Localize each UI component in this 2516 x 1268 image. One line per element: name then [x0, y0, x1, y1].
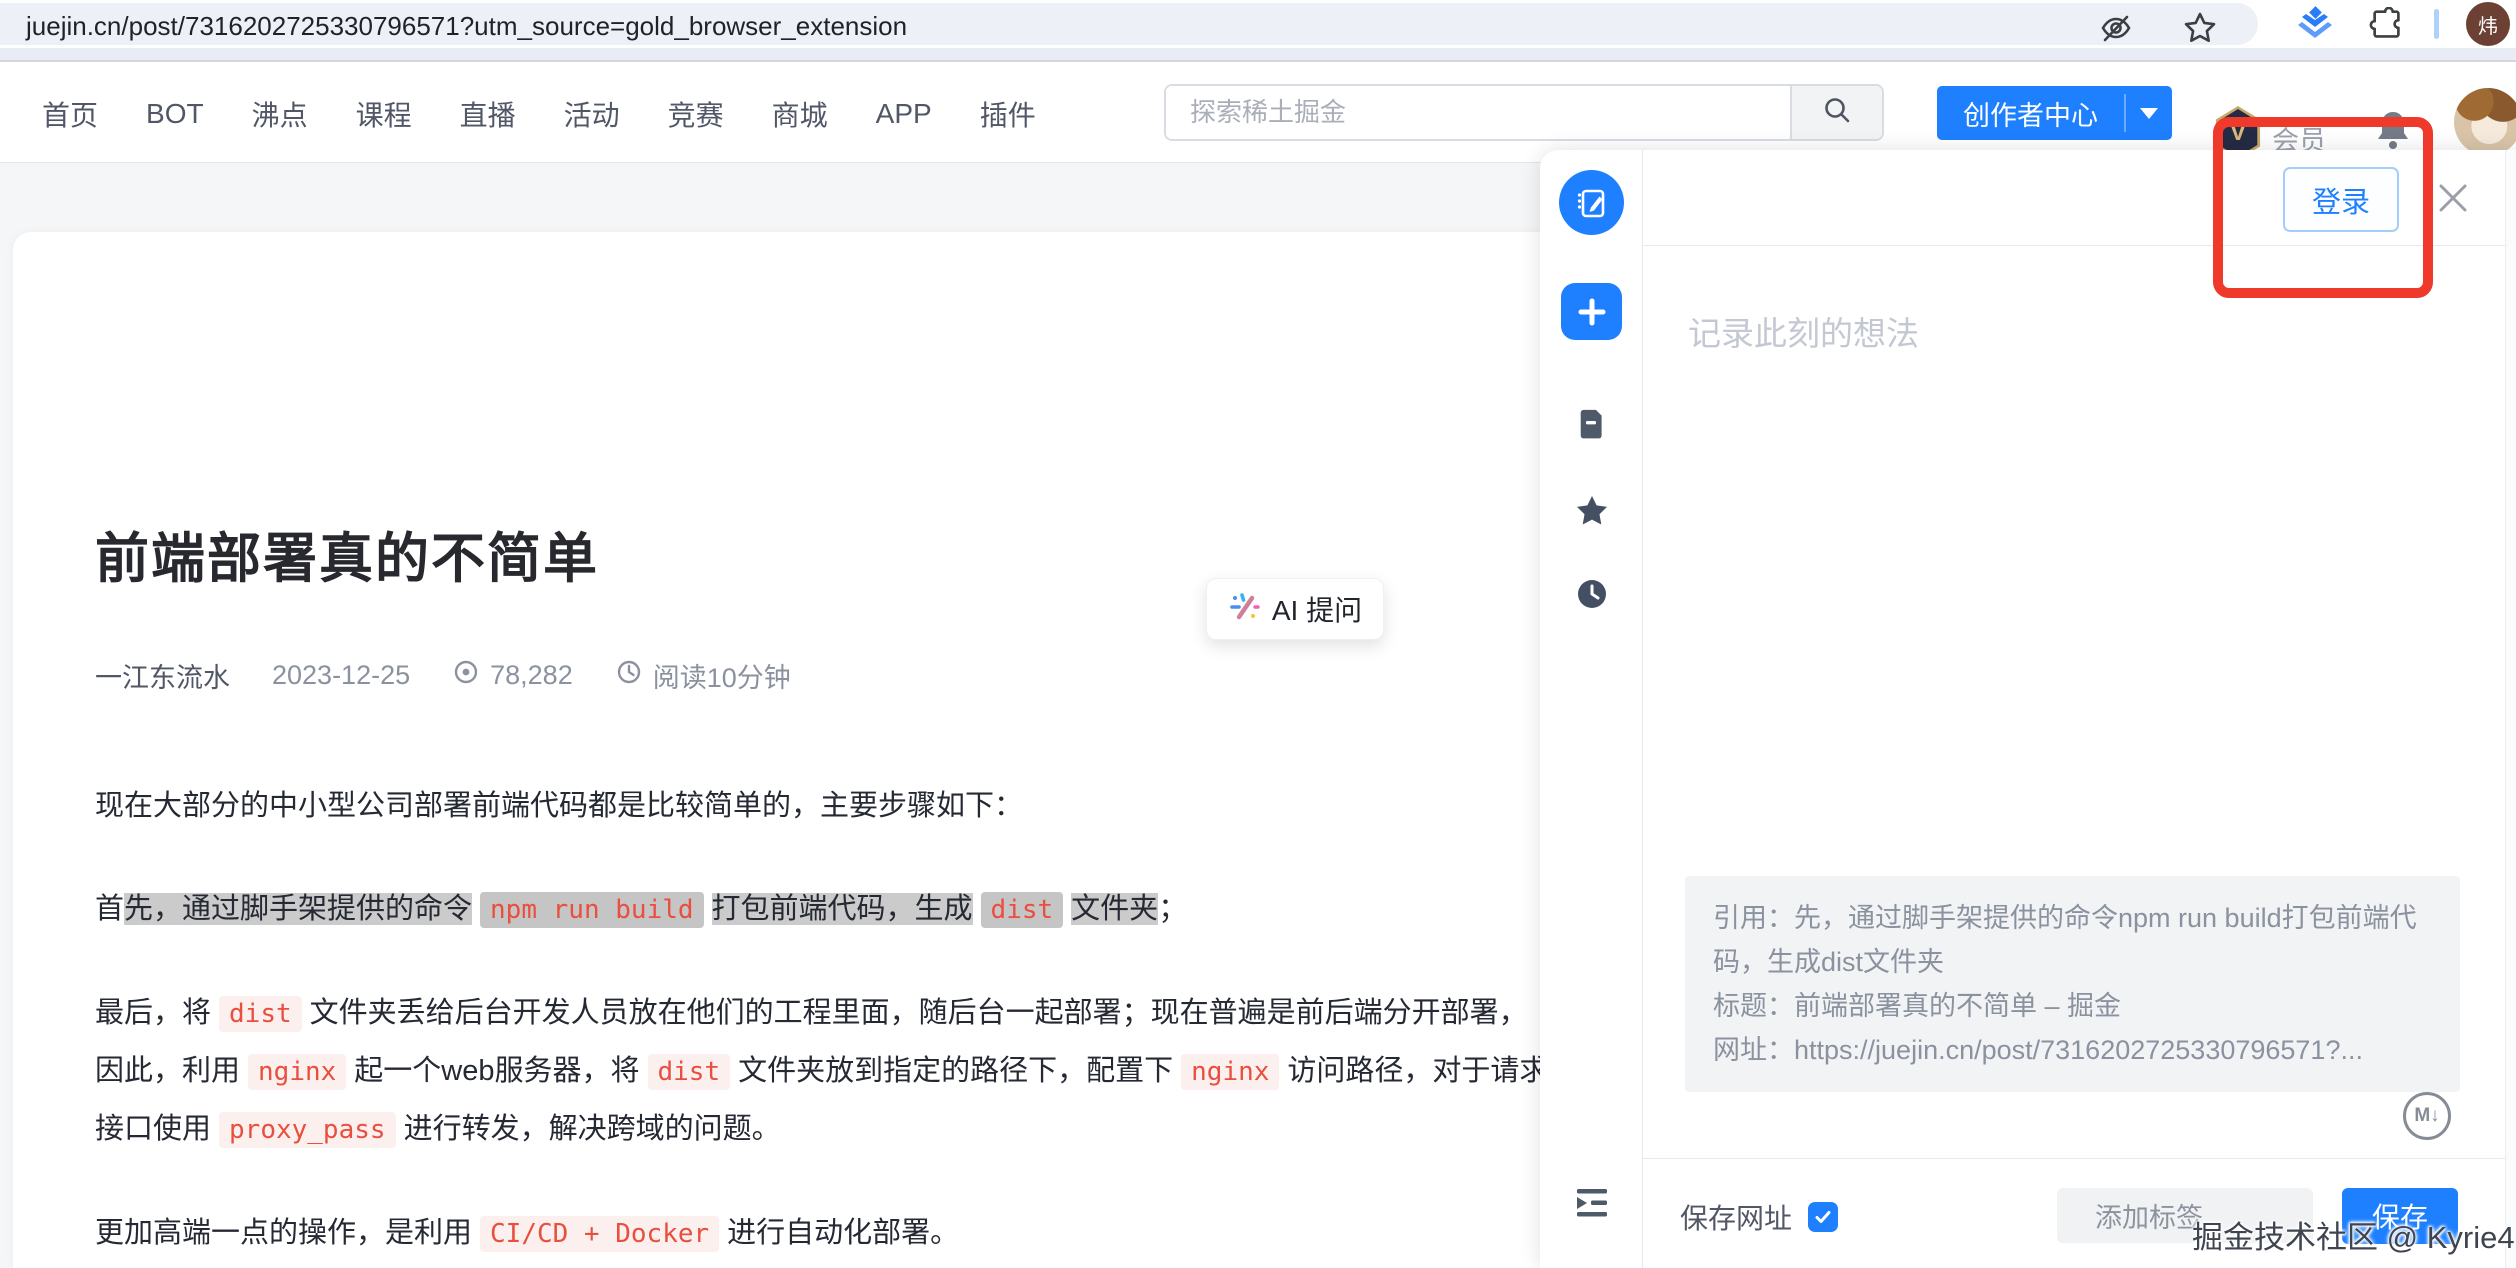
- nav-item-6[interactable]: 竞赛: [668, 94, 724, 134]
- nav-item-0[interactable]: 首页: [42, 94, 98, 134]
- browser-profile-avatar[interactable]: 炜: [2466, 2, 2510, 46]
- note-input-placeholder[interactable]: 记录此刻的想法: [1688, 307, 1919, 355]
- search-icon: [1821, 94, 1853, 131]
- chrome-bottom-strip: [0, 48, 2516, 62]
- article-date: 2023-12-25: [272, 660, 410, 691]
- quote-line-1: 标题：前端部署真的不简单 – 掘金: [1713, 984, 2432, 1028]
- nav-item-1[interactable]: BOT: [146, 98, 204, 130]
- nav-item-9[interactable]: 插件: [980, 94, 1036, 134]
- close-panel-icon[interactable]: [2431, 176, 2475, 220]
- text-run: 起一个web服务器，将: [354, 1055, 639, 1087]
- nav-item-8[interactable]: APP: [876, 98, 932, 130]
- article-paragraph-0: 现在大部分的中小型公司部署前端代码都是比较简单的，主要步骤如下：: [95, 778, 1553, 835]
- notes-list-icon[interactable]: [1540, 408, 1643, 442]
- extensions-puzzle-icon[interactable]: [2368, 7, 2404, 48]
- text-run: 进行转发，解决跨域的问题。: [404, 1113, 781, 1145]
- inline-code: nginx: [248, 1054, 346, 1090]
- article-meta: 一江东流水 2023-12-25 78,282 阅读10分钟: [95, 656, 791, 695]
- outline-indent-icon[interactable]: [1540, 1185, 1643, 1221]
- ai-ask-label: AI 提问: [1272, 589, 1362, 629]
- inline-code: nginx: [1181, 1054, 1279, 1090]
- inline-code: npm run build: [480, 892, 704, 928]
- quote-box: 引用：先，通过脚手架提供的命令npm run build打包前端代码，生成dis…: [1685, 876, 2460, 1092]
- toolbar-divider: [2434, 9, 2439, 39]
- hide-eye-icon[interactable]: [2098, 10, 2134, 51]
- nav-item-2[interactable]: 沸点: [252, 94, 308, 134]
- article-body: 现在大部分的中小型公司部署前端代码都是比较简单的，主要步骤如下： 首先，通过脚手架…: [95, 778, 1553, 1268]
- read-time: 阅读10分钟: [653, 656, 791, 695]
- quote-line-0: 引用：先，通过脚手架提供的命令npm run build打包前端代码，生成dis…: [1713, 896, 2432, 984]
- search-button[interactable]: [1790, 86, 1882, 139]
- juejin-extension-icon[interactable]: [2296, 6, 2334, 49]
- creator-dropdown-arrow[interactable]: [2126, 86, 2172, 140]
- views-icon: [452, 658, 480, 693]
- nav-item-4[interactable]: 直播: [460, 94, 516, 134]
- nav-item-3[interactable]: 课程: [356, 94, 412, 134]
- profile-initial: 炜: [2478, 10, 2498, 39]
- add-tag-placeholder: 添加标签: [2095, 1196, 2203, 1235]
- creator-center-label: 创作者中心: [1937, 86, 2124, 140]
- watermark-text: 掘金技术社区 @ Kyrie465: [2192, 1212, 2516, 1257]
- history-clock-icon[interactable]: [1540, 578, 1643, 610]
- text-run: 文件夹放到指定的路径下，配置下: [738, 1055, 1173, 1087]
- quote-line-2: 网址：https://juejin.cn/post/73162027253307…: [1713, 1028, 2432, 1072]
- save-url-label: 保存网址: [1680, 1197, 1792, 1237]
- creator-center-button[interactable]: 创作者中心: [1937, 86, 2172, 140]
- markdown-icon-label: M↓: [2414, 1105, 2439, 1127]
- panel-scrollbar[interactable]: [2505, 150, 2516, 1268]
- article-paragraph-3: 更加高端一点的操作，是利用CI/CD + Docker进行自动化部署。: [95, 1205, 1553, 1263]
- search-input[interactable]: [1166, 86, 1790, 139]
- article-paragraph-1: 首先，通过脚手架提供的命令npm run build打包前端代码，生成dist文…: [95, 881, 1553, 939]
- ai-ask-button[interactable]: AI 提问: [1206, 578, 1384, 640]
- url-text[interactable]: juejin.cn/post/7316202725330796571?utm_s…: [26, 11, 907, 42]
- panel-main: 登录 记录此刻的想法 引用：先，通过脚手架提供的命令npm run build打…: [1643, 150, 2516, 1268]
- add-note-button[interactable]: [1561, 283, 1622, 340]
- markdown-download-icon[interactable]: M↓: [2403, 1092, 2451, 1140]
- text-run: 打包前端代码，生成: [712, 893, 973, 925]
- read-time-group: 阅读10分钟: [615, 656, 791, 695]
- article-paragraph-2: 最后，将dist文件夹丢给后台开发人员放在他们的工程里面，随后台一起部署；现在普…: [95, 985, 1553, 1159]
- views-group: 78,282: [452, 658, 573, 693]
- nav-item-7[interactable]: 商城: [772, 94, 828, 134]
- text-run: 更加高端一点的操作，是利用: [95, 1217, 472, 1249]
- text-run: ；: [1158, 893, 1187, 925]
- inline-code: dist: [648, 1054, 731, 1090]
- inline-code: dist: [219, 996, 302, 1032]
- notes-app-logo-icon[interactable]: [1559, 170, 1624, 235]
- text-run: 最后，将: [95, 997, 211, 1029]
- browser-toolbar: juejin.cn/post/7316202725330796571?utm_s…: [0, 0, 2516, 48]
- save-url-group: 保存网址: [1680, 1197, 1838, 1237]
- save-url-checkbox[interactable]: [1808, 1202, 1838, 1232]
- text-run: 先，通过脚手架提供的命令: [124, 893, 472, 925]
- clock-icon: [615, 658, 643, 693]
- bookmark-star-icon[interactable]: [2182, 10, 2218, 51]
- search-box: [1164, 84, 1884, 141]
- panel-icon-rail: [1540, 150, 1643, 1268]
- address-bar[interactable]: juejin.cn/post/7316202725330796571?utm_s…: [0, 3, 2258, 45]
- views-count: 78,282: [490, 660, 573, 691]
- ai-sparkle-icon: [1228, 590, 1262, 629]
- site-navbar: 首页BOT沸点课程直播活动竞赛商城APP插件 创作者中心 V 会员: [0, 64, 2516, 163]
- text-run: 现在大部分的中小型公司部署前端代码都是比较简单的，主要步骤如下：: [95, 790, 1023, 822]
- nav-menu: 首页 BOT 沸点 课程 直播 活动 竞赛 商城 APP 插件: [42, 64, 1036, 163]
- inline-code: CI/CD + Docker: [480, 1216, 719, 1252]
- text-run: 首: [95, 893, 124, 925]
- favorites-star-icon[interactable]: [1540, 493, 1643, 529]
- user-avatar[interactable]: [2454, 88, 2516, 156]
- article-title: 前端部署真的不简单: [95, 514, 599, 593]
- chevron-down-icon: [2140, 108, 2158, 119]
- annotation-highlight-rect: [2213, 117, 2433, 298]
- extension-side-panel: 登录 记录此刻的想法 引用：先，通过脚手架提供的命令npm run build打…: [1540, 150, 2516, 1268]
- text-run: 文件夹: [1071, 893, 1158, 925]
- text-run: 进行自动化部署。: [727, 1217, 959, 1249]
- nav-item-5[interactable]: 活动: [564, 94, 620, 134]
- inline-code: proxy_pass: [219, 1112, 396, 1148]
- article-author[interactable]: 一江东流水: [95, 656, 230, 695]
- inline-code: dist: [981, 892, 1064, 928]
